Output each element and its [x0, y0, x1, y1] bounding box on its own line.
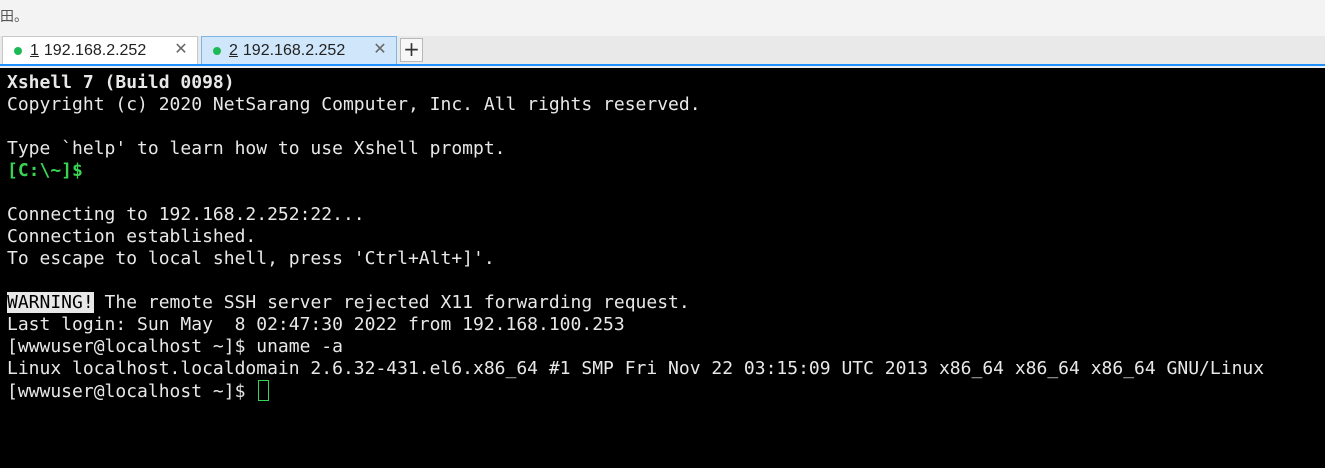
warning-badge: WARNING!: [7, 292, 94, 313]
connected-status-icon: [14, 46, 22, 55]
cursor-icon: [258, 380, 270, 401]
terminal-line-version: Xshell 7 (Build 0098): [7, 72, 235, 93]
local-prompt: [C:\~]$: [7, 160, 83, 181]
close-icon[interactable]: ✕: [173, 41, 189, 59]
terminal-line-copyright: Copyright (c) 2020 NetSarang Computer, I…: [7, 94, 701, 115]
terminal-line-warning: WARNING! The remote SSH server rejected …: [7, 292, 1325, 314]
window-top-strip: 田。: [0, 0, 1325, 36]
terminal-line-uname-output: Linux localhost.localdomain 2.6.32-431.e…: [7, 358, 1265, 379]
session-tab-bar: 1 192.168.2.252 ✕ 2 192.168.2.252 ✕ +: [0, 36, 1325, 66]
warning-message: The remote SSH server rejected X11 forwa…: [93, 292, 690, 313]
tab-title: 192.168.2.252: [242, 41, 346, 59]
terminal-line-uname-command: [wwwuser@localhost ~]$ uname -a: [7, 336, 343, 357]
top-text-fragment: 田。: [0, 9, 28, 25]
terminal-line-established: Connection established.: [7, 226, 257, 247]
tab-number: 2: [229, 41, 238, 59]
terminal-line-current-prompt: [wwwuser@localhost ~]$: [7, 380, 1325, 402]
terminal-line-connecting: Connecting to 192.168.2.252:22...: [7, 204, 365, 225]
close-icon[interactable]: ✕: [372, 41, 388, 59]
tab-title: 192.168.2.252: [43, 41, 147, 59]
new-tab-button[interactable]: +: [400, 38, 423, 62]
terminal-line-help: Type `help' to learn how to use Xshell p…: [7, 138, 506, 159]
terminal-output[interactable]: Xshell 7 (Build 0098) Copyright (c) 2020…: [0, 68, 1325, 468]
tab-number: 1: [30, 41, 39, 59]
terminal-line-last-login: Last login: Sun May 8 02:47:30 2022 from…: [7, 314, 625, 335]
remote-prompt: [wwwuser@localhost ~]$: [7, 381, 257, 402]
connected-status-icon: [213, 46, 221, 55]
terminal-line-escape-hint: To escape to local shell, press 'Ctrl+Al…: [7, 248, 495, 269]
session-tab-2[interactable]: 2 192.168.2.252 ✕: [201, 36, 397, 64]
session-tab-1[interactable]: 1 192.168.2.252 ✕: [2, 36, 198, 64]
